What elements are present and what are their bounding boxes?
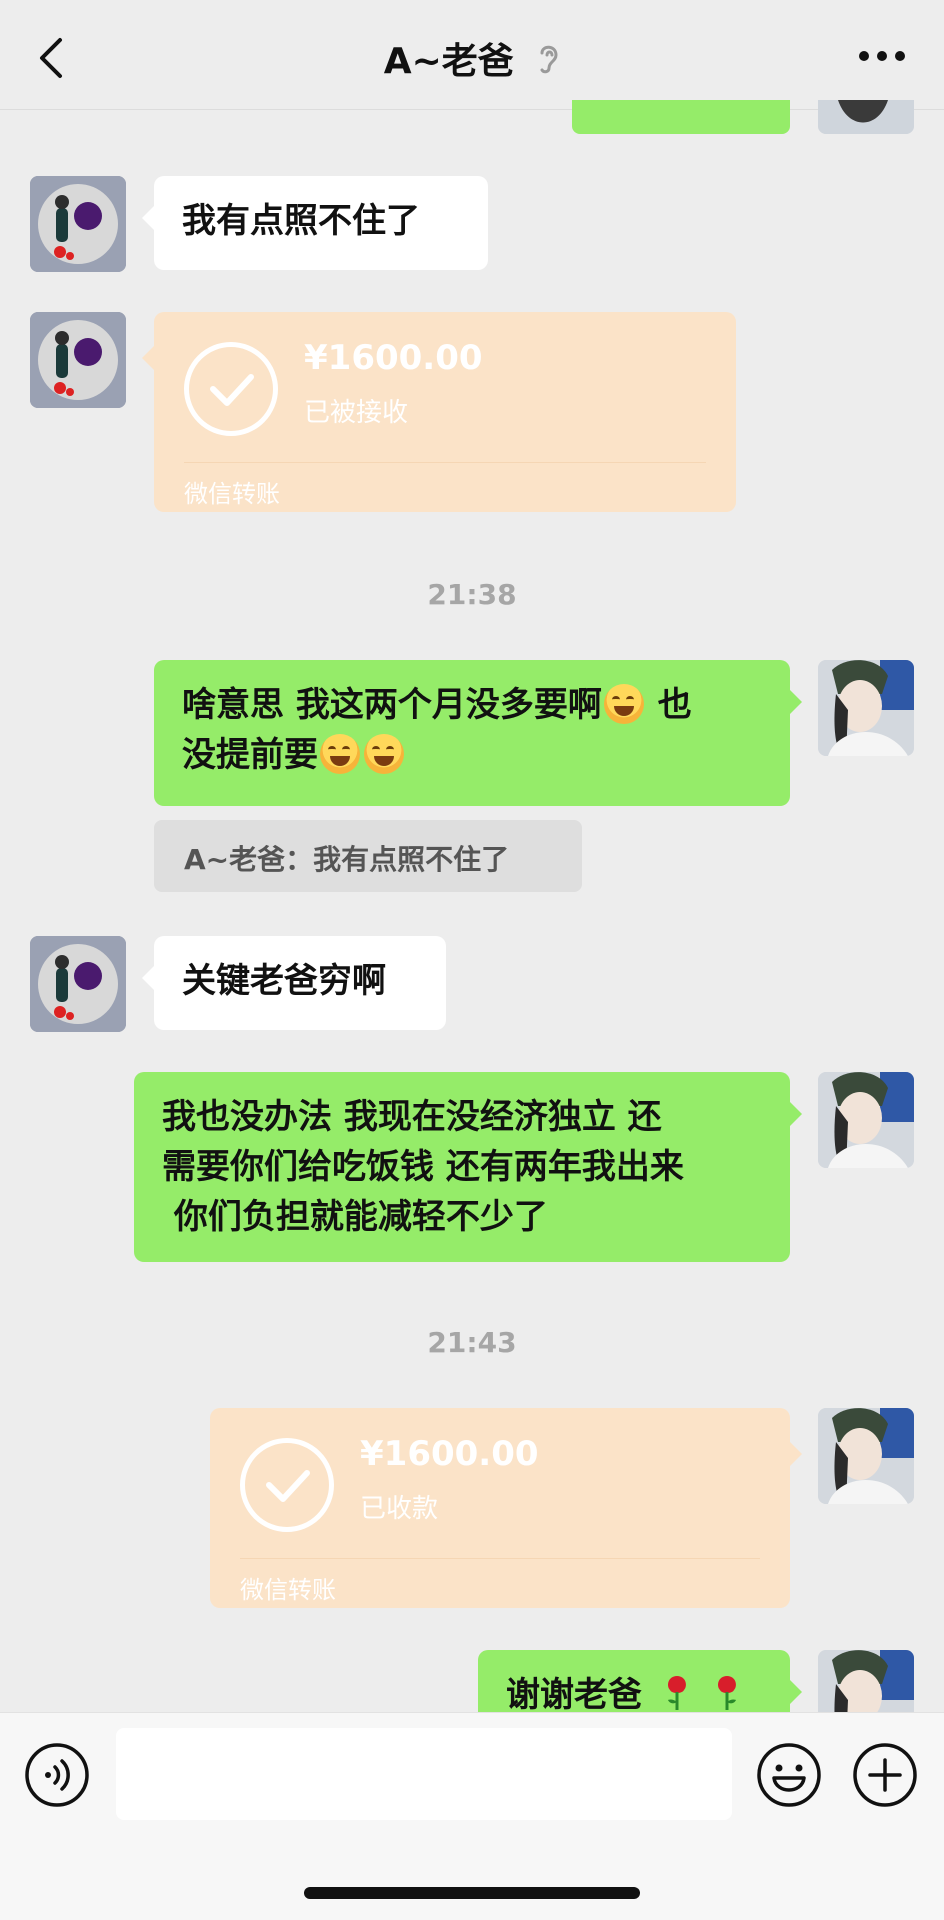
transfer-card-received[interactable]: ¥1600.00 已被接收 微信转账 — [142, 312, 736, 512]
home-indicator[interactable] — [304, 1887, 640, 1899]
plus-button[interactable] — [852, 1742, 918, 1808]
crying-laughing-emoji-icon — [364, 734, 404, 774]
my-avatar[interactable] — [818, 660, 914, 756]
dad-avatar[interactable] — [30, 936, 126, 1032]
message-line: 我也没办法 我现在没经济独立 还 — [162, 1097, 662, 1137]
message-text: 啥意思 我这两个月没多要啊 — [182, 685, 602, 725]
transfer-amount: ¥1600.00 — [360, 1434, 539, 1474]
dad-avatar[interactable] — [30, 312, 126, 408]
quote-text: A~老爸：我有点照不住了 — [184, 843, 510, 876]
crying-laughing-emoji-icon — [320, 734, 360, 774]
timestamp: 21:43 — [427, 1326, 517, 1359]
message-line: 你们负担就能减轻不少了 — [162, 1197, 548, 1237]
my-avatar[interactable] — [818, 1408, 914, 1504]
timestamp: 21:38 — [427, 578, 517, 611]
message-text: 也 — [657, 685, 692, 725]
check-icon — [240, 1438, 334, 1532]
transfer-status: 已被接收 — [304, 398, 409, 428]
emoji-icon — [757, 1743, 821, 1807]
voice-button[interactable] — [24, 1742, 90, 1808]
message-text: 谢谢老爸 — [506, 1675, 642, 1715]
message-line: 需要你们给吃饭钱 还有两年我出来 — [162, 1147, 684, 1187]
chat-title-text: A~老爸 — [383, 41, 514, 82]
message-input[interactable] — [116, 1728, 732, 1820]
transfer-status: 已收款 — [360, 1494, 439, 1524]
my-avatar[interactable] — [818, 100, 914, 134]
more-dots-icon — [859, 51, 905, 61]
transfer-amount: ¥1600.00 — [304, 338, 483, 378]
previous-message-bubble[interactable] — [572, 100, 790, 134]
message-line: 没提前要 — [182, 730, 762, 780]
message-bubble-sent[interactable]: 啥意思 我这两个月没多要啊 也 没提前要 — [154, 660, 802, 806]
message-line: 啥意思 我这两个月没多要啊 也 — [182, 680, 762, 730]
check-icon — [184, 342, 278, 436]
voice-icon — [25, 1743, 89, 1807]
chat-title: A~老爸 — [0, 32, 944, 84]
quoted-message[interactable]: A~老爸：我有点照不住了 — [154, 820, 582, 892]
message-bubble-received[interactable]: 关键老爸穷啊 — [142, 936, 446, 1030]
dad-avatar[interactable] — [30, 176, 126, 272]
transfer-divider — [240, 1558, 760, 1559]
transfer-card-sent[interactable]: ¥1600.00 已收款 微信转账 — [210, 1408, 802, 1608]
my-avatar[interactable] — [818, 1072, 914, 1168]
transfer-footer: 微信转账 — [240, 1576, 336, 1604]
crying-laughing-emoji-icon — [603, 684, 644, 724]
more-button[interactable] — [854, 36, 910, 76]
message-text: 关键老爸穷啊 — [182, 961, 386, 1001]
message-bubble-received[interactable]: 我有点照不住了 — [142, 176, 488, 270]
message-text: 没提前要 — [182, 735, 318, 775]
emoji-button[interactable] — [756, 1742, 822, 1808]
ear-icon — [536, 43, 560, 84]
transfer-divider — [184, 462, 706, 463]
transfer-footer: 微信转账 — [184, 480, 280, 508]
plus-icon — [853, 1743, 917, 1807]
message-bubble-sent[interactable]: 我也没办法 我现在没经济独立 还 需要你们给吃饭钱 还有两年我出来 你们负担就能… — [134, 1072, 802, 1262]
message-text: 我有点照不住了 — [182, 201, 420, 241]
